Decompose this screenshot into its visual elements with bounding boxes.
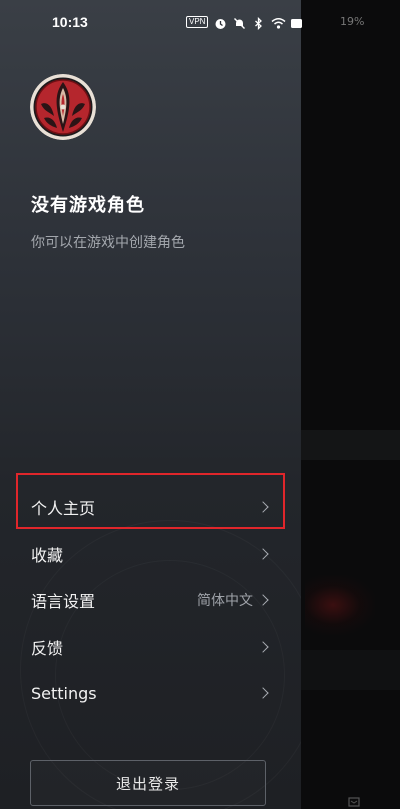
menu-item-label: 语言设置 <box>31 592 96 612</box>
chevron-right-icon <box>257 594 269 606</box>
language-value: 简体中文 <box>197 593 253 610</box>
chevron-right-icon <box>257 501 269 513</box>
menu-item-label: 反馈 <box>31 638 64 658</box>
drawer-menu: 个人主页 收藏 语言设置 简体中文 反馈 Settings <box>0 484 301 717</box>
menu-item-feedback[interactable]: 反馈 <box>0 624 301 671</box>
wifi-icon <box>271 15 286 29</box>
profile-name: 没有游戏角色 <box>31 195 145 216</box>
status-icons: VPN <box>186 15 303 31</box>
status-time: 10:13 <box>52 14 88 30</box>
background-band <box>300 650 400 690</box>
hd-icon <box>290 15 303 28</box>
background-band <box>300 430 400 460</box>
avatar[interactable] <box>30 74 96 140</box>
status-bar: 10:13 VPN 19% <box>0 0 400 44</box>
menu-item-settings[interactable]: Settings <box>0 670 301 717</box>
menu-item-label: Settings <box>31 683 97 703</box>
background-glow <box>305 575 375 635</box>
menu-item-favorites[interactable]: 收藏 <box>0 531 301 578</box>
corner-icon <box>348 797 362 807</box>
menu-item-language[interactable]: 语言设置 简体中文 <box>0 577 301 624</box>
menu-item-label: 收藏 <box>31 545 64 565</box>
menu-item-label: 个人主页 <box>31 499 96 519</box>
vpn-badge: VPN <box>186 15 209 28</box>
side-drawer: 没有游戏角色 你可以在游戏中创建角色 个人主页 收藏 语言设置 简体中文 反馈 … <box>0 0 301 809</box>
bluetooth-icon <box>252 15 265 31</box>
profile-subtitle: 你可以在游戏中创建角色 <box>31 235 185 251</box>
mute-icon <box>233 15 246 29</box>
logout-button[interactable]: 退出登录 <box>30 760 266 806</box>
chevron-right-icon <box>257 687 269 699</box>
chevron-right-icon <box>257 641 269 653</box>
dimmed-background[interactable] <box>300 0 400 809</box>
chevron-right-icon <box>257 548 269 560</box>
alarm-icon <box>214 15 227 29</box>
menu-item-profile-page[interactable]: 个人主页 <box>0 484 301 531</box>
battery-percent: 19% <box>340 15 365 28</box>
